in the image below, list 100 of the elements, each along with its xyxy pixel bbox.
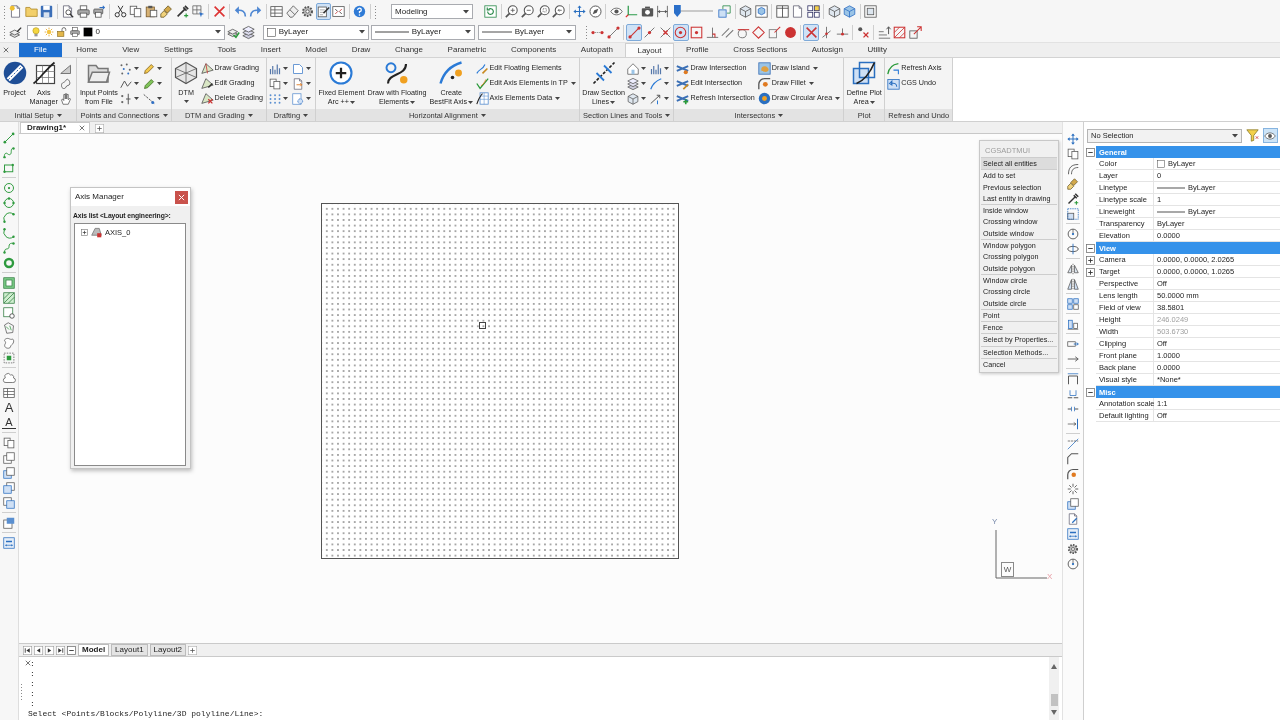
ribbon-tab[interactable]: Parametric	[435, 43, 499, 57]
ribbon-tab[interactable]: Tools	[205, 43, 249, 57]
slider-thumb[interactable]	[673, 5, 681, 17]
file-menu-button[interactable]: File	[19, 43, 62, 57]
slider-track[interactable]	[673, 5, 713, 18]
filter-icon[interactable]	[1245, 129, 1259, 142]
explode-icon[interactable]	[1067, 482, 1079, 495]
offset-icon[interactable]	[1067, 162, 1079, 175]
rectangle-icon[interactable]	[3, 161, 15, 174]
toolbar-button[interactable]	[299, 3, 316, 20]
sheet-tab[interactable]: Model	[78, 644, 110, 656]
chamfer-icon[interactable]	[1067, 452, 1079, 465]
arc-icon[interactable]	[3, 226, 15, 239]
ribbon-tab[interactable]: View	[109, 43, 152, 57]
dashed-square-icon[interactable]	[3, 351, 15, 364]
plus-icon[interactable]	[188, 645, 198, 655]
line-icon[interactable]	[3, 131, 15, 144]
icon-dropdown-button[interactable]	[143, 76, 163, 91]
rotate-3d-icon[interactable]	[1067, 242, 1079, 255]
plus-box-icon[interactable]	[1085, 255, 1095, 265]
toolbar-button[interactable]	[504, 3, 520, 20]
sheet-tab[interactable]: Layout1	[111, 644, 148, 656]
close-button[interactable]	[175, 190, 188, 204]
bracket-icon[interactable]	[1067, 372, 1079, 385]
dimension-tile-icon[interactable]	[1067, 527, 1079, 540]
icon-dropdown-button[interactable]	[120, 91, 140, 106]
stacked-squares-icon[interactable]	[3, 466, 15, 479]
icon-dropdown-button[interactable]	[291, 76, 311, 91]
ribbon-tab[interactable]: Autopath	[568, 43, 626, 57]
skip-back-icon[interactable]	[23, 645, 32, 655]
toolbar-button[interactable]	[112, 3, 128, 20]
stacked-squares-icon[interactable]	[3, 496, 15, 509]
rotate-icon[interactable]	[1067, 227, 1079, 240]
icon-dropdown-button[interactable]	[291, 61, 311, 76]
ribbon-tab[interactable]: Insert	[248, 43, 293, 57]
mirror-icon[interactable]	[1067, 262, 1079, 275]
ramp-icon[interactable]	[60, 62, 73, 75]
ribbon-tab[interactable]: Autosign	[799, 43, 856, 57]
ribbon-tab[interactable]: Components	[498, 43, 569, 57]
point-icon[interactable]	[3, 256, 15, 269]
plus-box-icon[interactable]	[81, 229, 88, 237]
icon-dropdown-button[interactable]	[120, 61, 140, 76]
rotate-icon[interactable]	[1067, 557, 1079, 570]
toolbar-button[interactable]	[60, 3, 76, 20]
gear-icon[interactable]	[1067, 542, 1079, 555]
cloud-icon[interactable]	[3, 371, 15, 384]
workspace-dropdown[interactable]: Modeling	[391, 4, 474, 19]
array-icon[interactable]	[1067, 297, 1079, 310]
toolbar-button[interactable]	[876, 23, 892, 41]
table-icon[interactable]	[3, 386, 15, 399]
text-tool-button[interactable]: A	[2, 400, 16, 415]
document-pencil-icon[interactable]	[1067, 512, 1079, 525]
close-icon[interactable]	[3, 47, 9, 53]
plus-icon[interactable]	[95, 124, 105, 133]
hand-icon[interactable]	[60, 92, 73, 105]
right-triangle-icon[interactable]	[45, 645, 54, 655]
text-tool-button[interactable]: A	[2, 416, 16, 429]
close-icon[interactable]	[79, 125, 86, 131]
toolbar-button[interactable]	[315, 3, 332, 20]
icon-dropdown-button[interactable]	[268, 76, 288, 91]
ribbon-tab[interactable]: Home	[63, 43, 110, 57]
icon-dropdown-button[interactable]	[627, 76, 647, 91]
minus-box-icon[interactable]	[1085, 147, 1095, 157]
boundary-icon[interactable]	[3, 306, 15, 319]
document-tab[interactable]: Drawing1*	[20, 122, 91, 133]
minus-box-icon[interactable]	[1085, 243, 1095, 253]
scale-icon[interactable]	[1067, 207, 1079, 220]
scrollbar-thumb[interactable]	[1050, 694, 1058, 706]
toolbar-button[interactable]	[805, 3, 822, 20]
stacked-squares-icon[interactable]	[3, 451, 15, 464]
toolbar-button[interactable]	[587, 3, 603, 20]
join-icon[interactable]	[1067, 387, 1079, 400]
toolbar-button[interactable]	[174, 3, 191, 20]
trim-icon[interactable]	[1067, 437, 1079, 450]
plus-box-icon[interactable]	[1085, 267, 1095, 277]
icon-dropdown-button[interactable]	[291, 91, 311, 106]
scrollbar[interactable]	[1049, 657, 1059, 720]
ribbon-tab[interactable]: Utility	[855, 43, 900, 57]
circle-icon[interactable]	[3, 181, 15, 194]
left-triangle-icon[interactable]	[34, 645, 43, 655]
icon-dropdown-button[interactable]	[143, 91, 163, 106]
icon-dropdown-button[interactable]	[627, 61, 647, 76]
spline-icon[interactable]	[3, 241, 15, 254]
polyline-icon[interactable]	[3, 146, 15, 159]
eyedropper-icon[interactable]	[1067, 192, 1079, 205]
region-icon[interactable]	[3, 276, 15, 289]
layer-dropdown[interactable]: 0	[26, 24, 225, 40]
down-arrow-icon[interactable]	[1050, 709, 1058, 716]
move-arrows-icon[interactable]	[1067, 132, 1079, 145]
sheet-tab[interactable]: Layout2	[149, 644, 187, 656]
toolbar-button[interactable]	[91, 3, 107, 20]
toolbar-button[interactable]	[143, 3, 160, 20]
extend-icon[interactable]	[1067, 417, 1079, 430]
copy-icon[interactable]	[3, 436, 15, 449]
ribbon-tab[interactable]: Model	[293, 43, 340, 57]
window-block-icon[interactable]	[3, 516, 15, 529]
toolbar-button[interactable]	[519, 3, 536, 20]
ribbon-tab[interactable]: Change	[382, 43, 436, 57]
align-icon[interactable]	[1067, 317, 1079, 330]
brush-icon[interactable]	[1067, 177, 1079, 190]
